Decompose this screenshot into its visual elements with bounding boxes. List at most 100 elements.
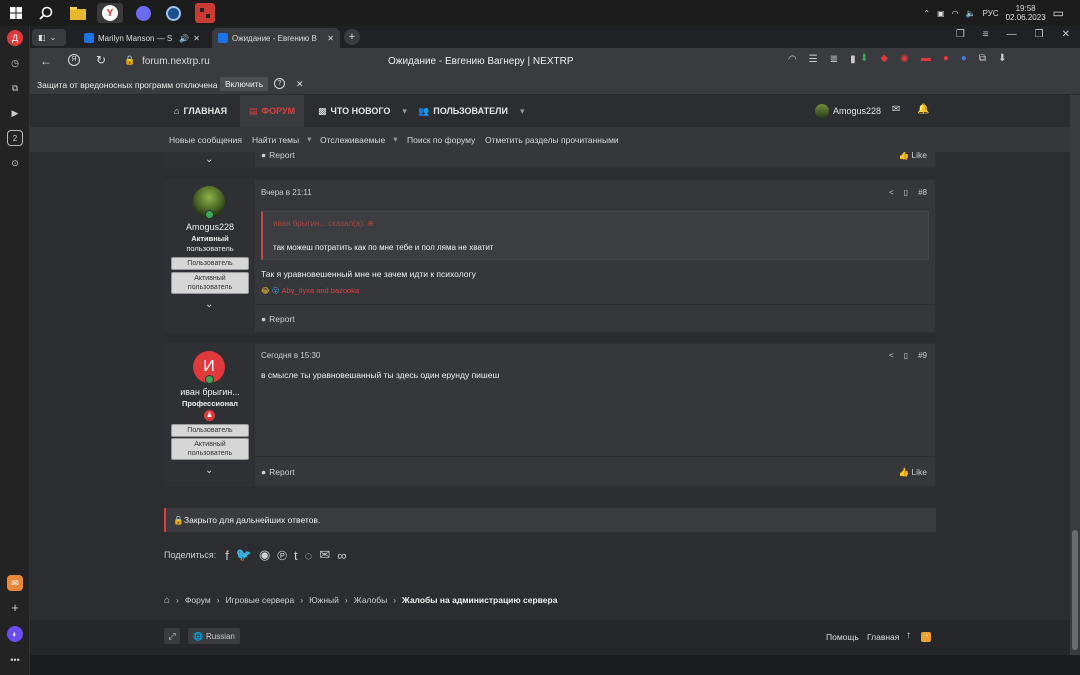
add-icon[interactable]: + <box>7 599 23 615</box>
pinterest-icon[interactable]: ℗ <box>277 548 287 563</box>
reactions-bar[interactable]: 😂 😮 Aby_Ilyxa and bazooka <box>261 286 359 295</box>
scroll-top-icon[interactable]: ↑ <box>906 630 911 641</box>
subnav-search-forum[interactable]: Поиск по форуму <box>407 127 475 152</box>
file-explorer-icon[interactable] <box>68 3 88 23</box>
collections-icon[interactable]: ⧉ <box>7 80 23 96</box>
video-icon[interactable]: ▶ <box>7 105 23 121</box>
breadcrumb-current[interactable]: Жалобы на администрацию сервера <box>402 595 557 605</box>
report-link[interactable]: ● Report <box>261 467 295 477</box>
list-icon[interactable]: ≣ <box>830 54 838 65</box>
history-icon[interactable]: ◷ <box>7 55 23 71</box>
extension-camera-icon[interactable]: ◉ <box>900 53 909 64</box>
user-menu[interactable]: Amogus228 <box>815 95 881 127</box>
windows-start-icon[interactable] <box>6 3 26 23</box>
more-icon[interactable]: ••• <box>7 652 23 668</box>
yandex-browser-icon[interactable]: Y <box>97 3 123 23</box>
breadcrumb-forum[interactable]: Форум <box>185 595 211 605</box>
chevron-down-icon[interactable]: ⌄ <box>205 299 213 310</box>
tab-group-button[interactable]: ◧ ⌄ <box>32 29 66 46</box>
yandex-icon[interactable]: Я <box>68 54 80 66</box>
post-author-name[interactable]: иван брыгин... <box>165 387 255 397</box>
bell-icon[interactable]: 🔔 <box>917 104 929 115</box>
post-number[interactable]: #8 <box>918 188 927 197</box>
headphones-icon[interactable]: ◠ <box>788 54 797 65</box>
tumblr-icon[interactable]: t <box>294 548 298 563</box>
tabs-count-badge[interactable]: 2 <box>7 130 23 146</box>
like-button[interactable]: 👍 Like <box>898 467 927 478</box>
minimize-icon[interactable]: — <box>1007 29 1017 40</box>
bookmark-icon[interactable]: ▯ <box>904 188 908 197</box>
footer-help-link[interactable]: Помощь <box>826 632 859 642</box>
bookmark-icon[interactable]: ▯ <box>904 351 908 360</box>
extensions-icon[interactable]: ⧉ <box>979 53 986 64</box>
chevron-down-icon[interactable]: ⌄ <box>205 154 213 165</box>
nav-home[interactable]: ⌂ ГЛАВНАЯ <box>174 95 227 127</box>
back-icon[interactable]: ← <box>40 54 52 68</box>
breadcrumb-game-servers[interactable]: Игровые сервера <box>226 595 295 605</box>
menu-icon[interactable]: ≡ <box>983 29 989 40</box>
subnav-watched[interactable]: Отслеживаемые ▾ <box>320 127 398 152</box>
post-date[interactable]: Сегодня в 15:30 <box>261 351 320 360</box>
game-app-icon[interactable] <box>195 3 215 23</box>
notifications-icon[interactable]: ▭ <box>1053 6 1064 20</box>
restore-icon[interactable]: ❐ <box>1035 29 1044 40</box>
like-button[interactable]: 👍 Like <box>898 152 927 161</box>
steam-icon[interactable] <box>163 3 183 23</box>
nav-users[interactable]: 👥 ПОЛЬЗОВАТЕЛИ ▾ <box>418 95 524 127</box>
alice-assistant-icon[interactable]: ◐ <box>7 626 23 642</box>
subnav-mark-read[interactable]: Отметить разделы прочитанными <box>485 127 619 152</box>
messenger-icon[interactable] <box>133 3 153 23</box>
close-window-icon[interactable]: ✕ <box>1062 29 1070 40</box>
help-icon[interactable]: ? <box>274 78 285 89</box>
share-icon[interactable]: < <box>889 188 894 197</box>
expand-icon[interactable]: ⤢ <box>164 628 180 644</box>
extension-download-icon[interactable]: ⬇ <box>860 53 868 64</box>
tab-music[interactable]: Marilyn Manson — S 🔊 ✕ <box>78 28 206 48</box>
rss-icon[interactable]: ◔ <box>921 632 931 642</box>
facebook-icon[interactable]: f <box>225 548 229 563</box>
downloads-icon[interactable]: ⊙ <box>7 155 23 171</box>
email-icon[interactable]: ✉ <box>319 547 330 563</box>
chevron-up-icon[interactable]: ⌃ <box>923 9 930 18</box>
bookmark-icon[interactable]: ▮ <box>850 54 856 65</box>
vk-icon[interactable]: ● <box>961 53 967 64</box>
subnav-find-threads[interactable]: Найти темы ▾ <box>252 127 311 152</box>
clock[interactable]: 19:58 02.06.2023 <box>1006 4 1046 22</box>
tab-forum[interactable]: Ожидание - Евгению В ✕ <box>212 28 340 48</box>
whatsapp-icon[interactable]: ◌ <box>305 548 313 563</box>
enable-protection-button[interactable]: Включить <box>220 77 269 91</box>
scrollbar-thumb[interactable] <box>1072 530 1078 650</box>
post-date[interactable]: Вчера в 21:11 <box>261 188 312 197</box>
nav-forum[interactable]: ▤ ФОРУМ <box>240 95 304 127</box>
breadcrumb-south[interactable]: Южный <box>309 595 339 605</box>
report-link[interactable]: ● Report <box>261 314 295 324</box>
reddit-icon[interactable]: ◉ <box>259 547 270 563</box>
downloads-icon[interactable]: ⬇ <box>998 53 1006 64</box>
close-icon[interactable]: ✕ <box>327 34 334 43</box>
twitter-icon[interactable]: 🐦 <box>236 547 252 563</box>
link-icon[interactable]: ∞ <box>337 548 346 563</box>
language-indicator[interactable]: РУС <box>983 9 999 18</box>
close-icon[interactable]: ✕ <box>296 79 304 90</box>
share-icon[interactable]: < <box>889 351 894 360</box>
reload-icon[interactable]: ↻ <box>96 53 106 67</box>
extension-dash-icon[interactable]: ▬ <box>921 53 931 64</box>
subnav-new-posts[interactable]: Новые сообщения <box>169 127 242 152</box>
reader-icon[interactable]: ☰ <box>809 54 818 65</box>
search-icon[interactable] <box>36 3 56 23</box>
footer-home-link[interactable]: Главная <box>867 632 899 642</box>
close-icon[interactable]: ✕ <box>193 34 200 43</box>
breadcrumb-complaints[interactable]: Жалобы <box>354 595 387 605</box>
extension-opera-icon[interactable]: ● <box>943 53 949 64</box>
post-number[interactable]: #9 <box>918 351 927 360</box>
report-link[interactable]: ● Report <box>261 152 295 160</box>
mail-app-icon[interactable]: ✉ <box>7 575 23 591</box>
profile-avatar[interactable]: Д <box>7 30 23 46</box>
quote-author[interactable]: иван брыгин... сказал(а): ⊕ <box>273 219 374 228</box>
post-author-name[interactable]: Amogus228 <box>165 222 255 232</box>
volume-icon[interactable]: 🔈 <box>966 9 976 18</box>
network-icon[interactable]: ▣ <box>937 9 945 18</box>
new-tab-button[interactable]: + <box>344 29 360 45</box>
language-chooser[interactable]: 🌐 Russian <box>188 628 240 644</box>
wifi-icon[interactable]: ◠ <box>952 9 959 18</box>
